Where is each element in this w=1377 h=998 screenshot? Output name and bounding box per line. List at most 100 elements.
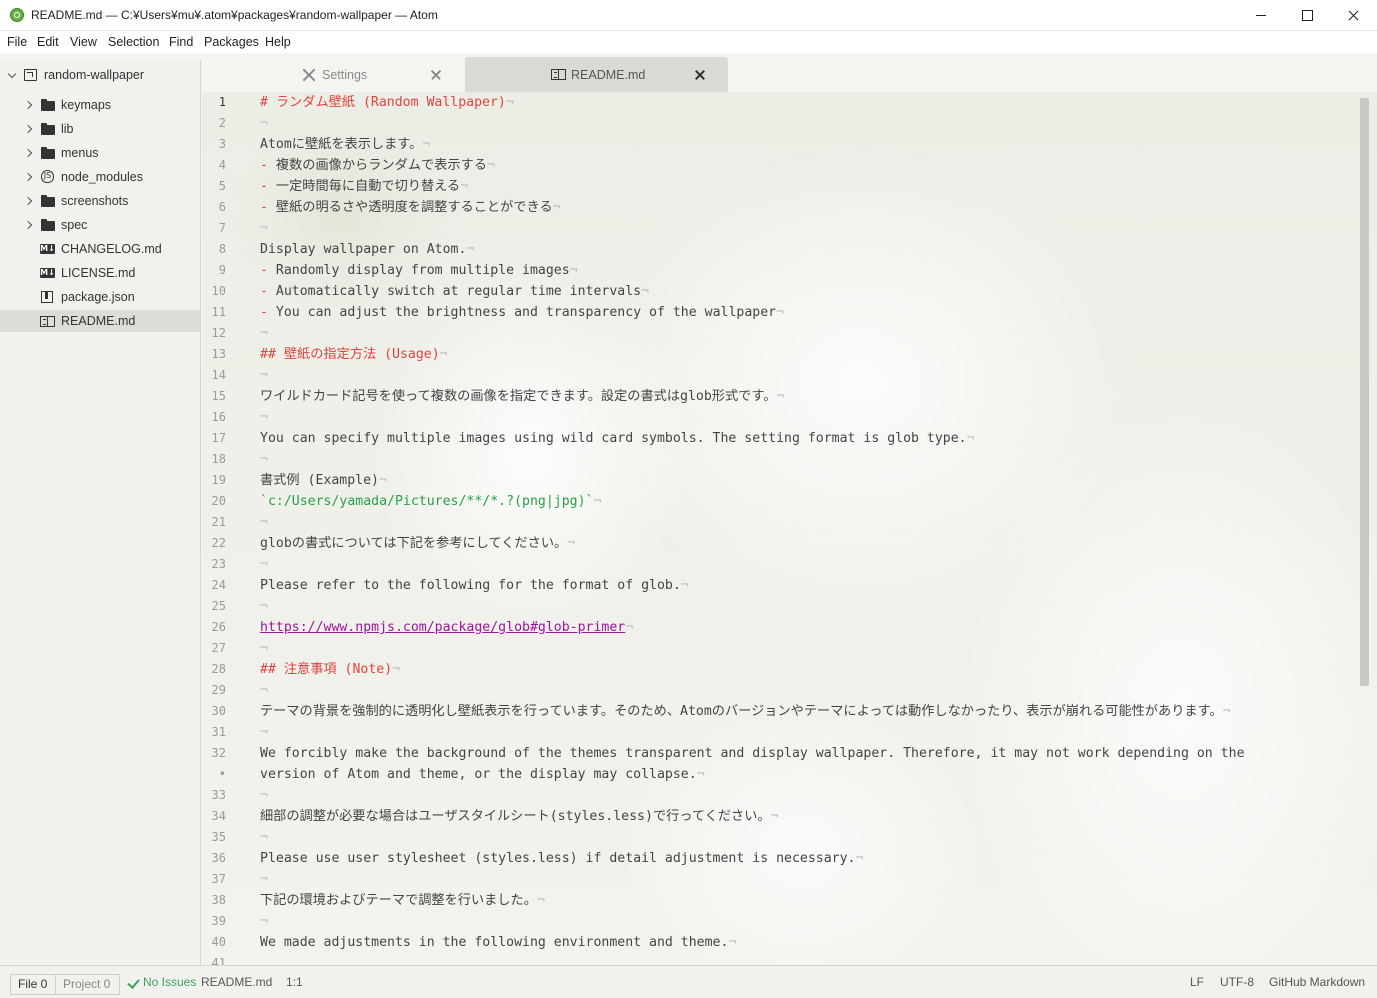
tree-item-menus[interactable]: menus (0, 142, 200, 164)
tree-item-screenshots[interactable]: screenshots (0, 190, 200, 212)
line-number: 35 (211, 830, 226, 844)
book-icon (40, 316, 55, 327)
tree-item-node-modules[interactable]: JS node_modules (0, 166, 200, 188)
code-line: ¬ (260, 827, 268, 848)
tree-item-license[interactable]: M↓ LICENSE.md (0, 262, 200, 284)
code-text: We made adjustments in the following env… (260, 935, 729, 950)
minimize-button[interactable] (1238, 0, 1284, 31)
code-line: ¬ (260, 365, 268, 386)
menu-selection[interactable]: Selection (108, 35, 159, 49)
line-number: 4 (218, 158, 226, 172)
code-text: 壁紙の明るさや透明度を調整することができる (275, 200, 553, 215)
line-number: 15 (211, 389, 226, 403)
menu-view[interactable]: View (70, 35, 97, 49)
tree-item-label: screenshots (61, 194, 129, 208)
linter-status[interactable]: No Issues (143, 975, 196, 989)
code-line: We forcibly make the background of the t… (260, 743, 1245, 764)
line-ending-selector[interactable]: LF (1190, 975, 1204, 989)
eol-marker: ¬ (260, 914, 268, 929)
line-number: 24 (211, 578, 226, 592)
eol-marker: ¬ (260, 557, 268, 572)
file-count-badge[interactable]: File 0 (10, 974, 56, 995)
tree-view: random-wallpaper keymaps lib menus JS no… (0, 60, 201, 965)
line-number: 2 (218, 116, 226, 130)
tree-item-label: menus (61, 146, 99, 160)
tree-root-project[interactable]: random-wallpaper (0, 66, 201, 86)
window-title: README.md — C:¥Users¥mu¥.atom¥packages¥r… (31, 8, 438, 22)
folder-icon (41, 195, 55, 207)
code-line: Display wallpaper on Atom.¬ (260, 239, 474, 260)
eol-marker: ¬ (260, 515, 268, 530)
eol-marker: ¬ (855, 851, 864, 866)
code-text: 書式例 (Example) (260, 473, 379, 488)
tree-item-readme[interactable]: README.md (0, 310, 200, 332)
markdown-icon: M↓ (40, 244, 55, 254)
menu-packages[interactable]: Packages (204, 35, 259, 49)
eol-marker: ¬ (486, 158, 495, 173)
eol-marker: ¬ (505, 95, 514, 110)
line-number: 19 (211, 473, 226, 487)
tab-readme[interactable]: README.md (465, 57, 728, 92)
tree-item-lib[interactable]: lib (0, 118, 200, 140)
line-number: 23 (211, 557, 226, 571)
menu-help[interactable]: Help (265, 35, 291, 49)
text-editor[interactable]: 1 2 3 4 5 6 7 8 9 10 11 12 13 14 15 16 17 18 19 20 21 22 23 24 2… (202, 92, 1377, 965)
status-filename[interactable]: README.md (201, 975, 272, 989)
code-line: version of Atom and theme, or the displa… (260, 764, 705, 785)
cursor-position[interactable]: 1:1 (286, 975, 303, 989)
code-text: We forcibly make the background of the t… (260, 746, 1245, 761)
code-text: ワイルドカード記号を使って複数の画像を指定できます。設定の書式はglob形式です… (260, 389, 777, 404)
code-line: ¬ (260, 785, 268, 806)
code-text: テーマの背景を強制的に透明化し壁紙表示を行っています。そのため、Atomのバージ… (260, 704, 1223, 719)
tab-settings[interactable]: Settings (265, 57, 465, 92)
menu-find[interactable]: Find (169, 35, 193, 49)
line-number: 6 (218, 200, 226, 214)
tree-item-package-json[interactable]: package.json (0, 286, 200, 308)
tree-item-label: README.md (61, 314, 136, 328)
eol-marker: ¬ (260, 725, 268, 740)
code-line: - 壁紙の明るさや透明度を調整することができる¬ (260, 197, 561, 218)
code-line: 書式例 (Example)¬ (260, 470, 387, 491)
code-line: We made adjustments in the following env… (260, 932, 736, 953)
grammar-selector[interactable]: GitHub Markdown (1269, 975, 1365, 989)
code-text: Please refer to the following for the fo… (260, 578, 681, 593)
eol-marker: ¬ (536, 893, 545, 908)
tree-item-label: CHANGELOG.md (61, 242, 162, 256)
code-line: ¬ (260, 218, 268, 239)
line-number: 11 (211, 305, 226, 319)
line-number-gutter: 1 2 3 4 5 6 7 8 9 10 11 12 13 14 15 16 17 18 19 20 21 22 23 24 2… (202, 92, 252, 965)
eol-marker: ¬ (260, 452, 268, 467)
vertical-scrollbar[interactable] (1360, 98, 1369, 686)
line-number: 16 (211, 410, 226, 424)
eol-marker: ¬ (460, 179, 469, 194)
close-tab-icon[interactable] (693, 68, 707, 82)
close-window-button[interactable] (1330, 0, 1376, 31)
line-number: 7 (218, 221, 226, 235)
tree-item-changelog[interactable]: M↓ CHANGELOG.md (0, 238, 200, 260)
code-text: # ランダム壁紙 (Random Wallpaper) (260, 95, 506, 110)
code-link[interactable]: https://www.npmjs.com/package/glob#glob-… (260, 620, 625, 635)
line-number: 17 (211, 431, 226, 445)
code-text: 細部の調整が必要な場合はユーザスタイルシート(styles.less)で行ってく… (260, 809, 771, 824)
tree-item-keymaps[interactable]: keymaps (0, 94, 200, 116)
code-line: ¬ (260, 449, 268, 470)
eol-marker: ¬ (466, 242, 475, 257)
tab-label: README.md (571, 68, 646, 82)
wallpaper-image (202, 92, 1377, 965)
line-number: 9 (218, 263, 226, 277)
eol-marker: ¬ (569, 263, 578, 278)
code-line: - Randomly display from multiple images¬ (260, 260, 578, 281)
project-count-badge[interactable]: Project 0 (55, 974, 120, 995)
menu-file[interactable]: File (7, 35, 27, 49)
code-text: Display wallpaper on Atom. (260, 242, 467, 257)
encoding-selector[interactable]: UTF-8 (1220, 975, 1254, 989)
menu-edit[interactable]: Edit (37, 35, 59, 49)
maximize-button[interactable] (1284, 0, 1330, 31)
tree-item-spec[interactable]: spec (0, 214, 200, 236)
eol-marker: ¬ (680, 578, 689, 593)
code-line: ¬ (260, 113, 268, 134)
line-number: 20 (211, 494, 226, 508)
close-tab-icon[interactable] (429, 68, 443, 82)
status-bar: File 0 Project 0 No Issues README.md 1:1… (0, 965, 1377, 998)
eol-marker: ¬ (567, 536, 576, 551)
